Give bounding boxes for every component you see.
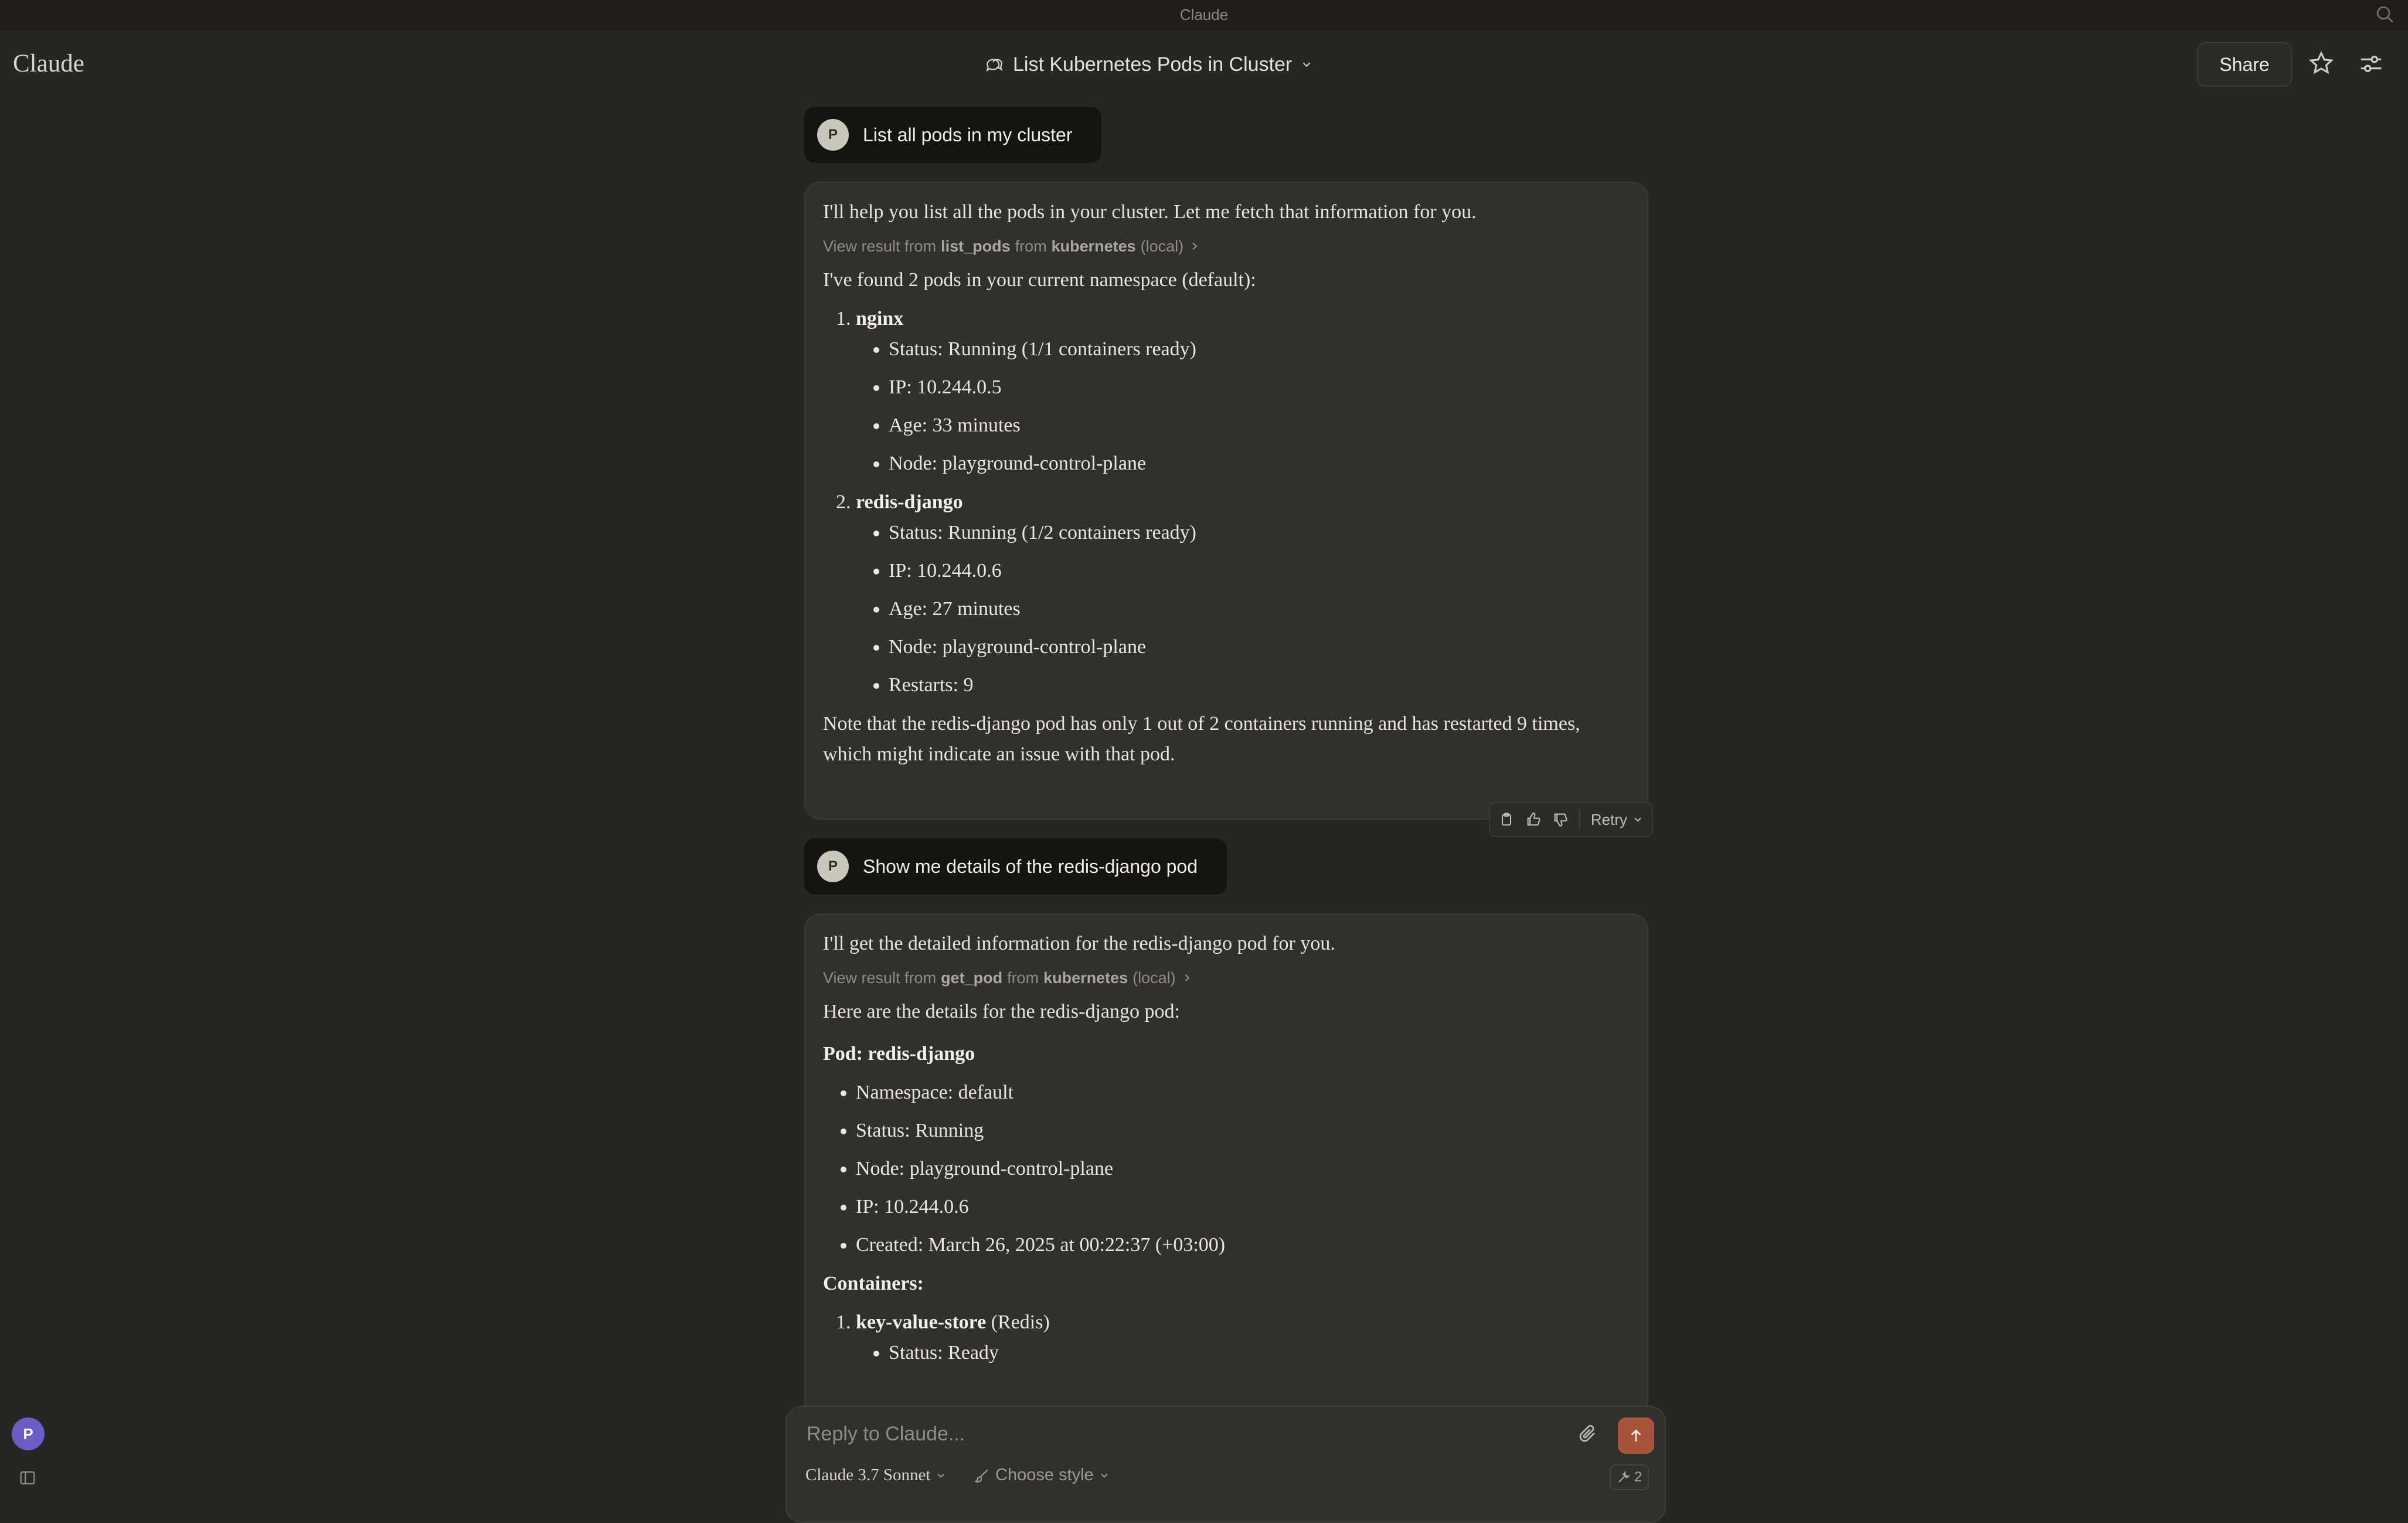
list-item: Namespace: default	[856, 1077, 1630, 1108]
pod-list: nginx Status: Running (1/1 containers re…	[823, 304, 1630, 701]
list-item: IP: 10.244.0.6	[889, 556, 1630, 586]
tool-name: get_pod	[941, 968, 1003, 987]
arrow-up-icon	[1631, 1429, 1641, 1442]
assistant-intro: I'll help you list all the pods in your …	[823, 201, 1477, 223]
conversation-title-menu[interactable]: List Kubernetes Pods in Cluster	[985, 49, 1313, 80]
brush-icon	[975, 1468, 988, 1483]
search-icon[interactable]	[2375, 5, 2395, 25]
tool-server: kubernetes	[1051, 237, 1136, 255]
retry-button[interactable]: Retry	[1591, 811, 1644, 829]
reply-input[interactable]	[805, 1419, 1570, 1449]
list-item: nginx Status: Running (1/1 containers re…	[856, 304, 1630, 479]
avatar: P	[817, 119, 849, 151]
user-message: P Show me details of the redis-django po…	[804, 838, 1227, 895]
tool-result-prefix: View result from	[823, 968, 937, 987]
app-brand[interactable]: Claude	[13, 49, 84, 78]
avatar: P	[817, 851, 849, 882]
list-item: Age: 33 minutes	[889, 410, 1630, 441]
list-item: Node: playground-control-plane	[856, 1154, 1630, 1184]
list-item: Status: Running (1/1 containers ready)	[889, 334, 1630, 365]
user-message-text: Show me details of the redis-django pod	[863, 855, 1198, 877]
chevron-down-icon	[937, 1473, 945, 1478]
containers-heading: Containers:	[823, 1273, 924, 1294]
settings-sliders-icon[interactable]	[2358, 50, 2385, 77]
style-label: Choose style	[995, 1466, 1094, 1484]
pod-details: Namespace: default Status: Running Node:…	[823, 1077, 1630, 1260]
list-item: Status: Ready	[889, 1338, 1630, 1368]
list-item: Created: March 26, 2025 at 00:22:37 (+03…	[856, 1230, 1630, 1260]
thumbs-up-icon[interactable]	[1525, 811, 1542, 828]
sidebar-toggle-icon[interactable]	[19, 1469, 36, 1487]
list-item: Node: playground-control-plane	[889, 448, 1630, 479]
share-button[interactable]: Share	[2197, 42, 2292, 87]
tool-scope: (local)	[1132, 968, 1176, 987]
divider	[1579, 810, 1580, 830]
conversation-title: List Kubernetes Pods in Cluster	[1013, 53, 1293, 76]
user-avatar[interactable]: P	[12, 1417, 45, 1450]
model-selector[interactable]: Claude 3.7 Sonnet	[805, 1466, 947, 1485]
list-item: redis-django Status: Running (1/2 contai…	[856, 487, 1630, 701]
list-item: Age: 27 minutes	[889, 594, 1630, 624]
tool-result-link[interactable]: View result from get_pod from kubernetes…	[823, 966, 1630, 990]
user-message-text: List all pods in my cluster	[863, 124, 1073, 145]
tool-from: from	[1007, 968, 1039, 987]
chevron-right-icon	[1192, 242, 1198, 250]
copy-icon[interactable]	[1498, 811, 1515, 828]
tool-server: kubernetes	[1043, 968, 1128, 987]
assistant-message: I'll help you list all the pods in your …	[804, 182, 1648, 820]
send-button[interactable]	[1618, 1417, 1654, 1454]
pod-name: nginx	[856, 308, 904, 329]
chevron-right-icon	[1185, 974, 1189, 982]
pod-name: redis-django	[856, 491, 963, 513]
chevron-down-icon	[1634, 817, 1641, 822]
assistant-summary: Here are the details for the redis-djang…	[823, 1001, 1180, 1022]
message-actions: Retry	[1489, 802, 1653, 837]
composer: Claude 3.7 Sonnet Choose style 2	[785, 1406, 1666, 1523]
tool-name: list_pods	[941, 237, 1011, 255]
tool-scope: (local)	[1140, 237, 1184, 255]
tool-result-prefix: View result from	[823, 237, 937, 255]
tool-from: from	[1015, 237, 1047, 255]
chevron-down-icon	[1100, 1473, 1108, 1478]
retry-label: Retry	[1590, 810, 1627, 828]
assistant-intro: I'll get the detailed information for th…	[823, 933, 1335, 954]
tools-icon	[1618, 1470, 1631, 1483]
pod-heading: Pod: redis-django	[823, 1043, 975, 1065]
list-item: Status: Running	[856, 1116, 1630, 1146]
list-item: IP: 10.244.0.5	[889, 372, 1630, 403]
user-message: P List all pods in my cluster	[804, 107, 1102, 163]
tool-result-link[interactable]: View result from list_pods from kubernet…	[823, 234, 1630, 258]
tools-count: 2	[1634, 1469, 1642, 1485]
model-name: Claude 3.7 Sonnet	[805, 1466, 931, 1484]
window-title: Claude	[1179, 6, 1229, 23]
tools-button[interactable]: 2	[1610, 1464, 1649, 1490]
chevron-down-icon	[1302, 62, 1311, 67]
container-details: Status: Ready	[856, 1338, 1630, 1368]
chat-bubbles-icon	[986, 59, 1003, 72]
assistant-summary: I've found 2 pods in your current namesp…	[823, 269, 1256, 291]
list-item: Status: Running (1/2 containers ready)	[889, 518, 1630, 548]
container-name: key-value-store	[856, 1311, 987, 1333]
pod-details: Status: Running (1/1 containers ready) I…	[856, 334, 1630, 479]
style-selector[interactable]: Choose style	[973, 1466, 1110, 1485]
container-list: key-value-store (Redis) Status: Ready	[823, 1307, 1630, 1368]
container-type: (Redis)	[986, 1311, 1050, 1333]
list-item: key-value-store (Redis) Status: Ready	[856, 1307, 1630, 1368]
window-titlebar: Claude	[0, 0, 2408, 30]
list-item: IP: 10.244.0.6	[856, 1192, 1630, 1222]
star-icon[interactable]	[2308, 50, 2334, 76]
list-item: Restarts: 9	[889, 670, 1630, 701]
list-item: Node: playground-control-plane	[889, 632, 1630, 662]
paperclip-icon[interactable]	[1577, 1423, 1598, 1444]
assistant-message: I'll get the detailed information for th…	[804, 913, 1648, 1441]
assistant-note: Note that the redis-django pod has only …	[823, 713, 1580, 765]
thumbs-down-icon[interactable]	[1552, 811, 1569, 828]
pod-details: Status: Running (1/2 containers ready) I…	[856, 518, 1630, 701]
